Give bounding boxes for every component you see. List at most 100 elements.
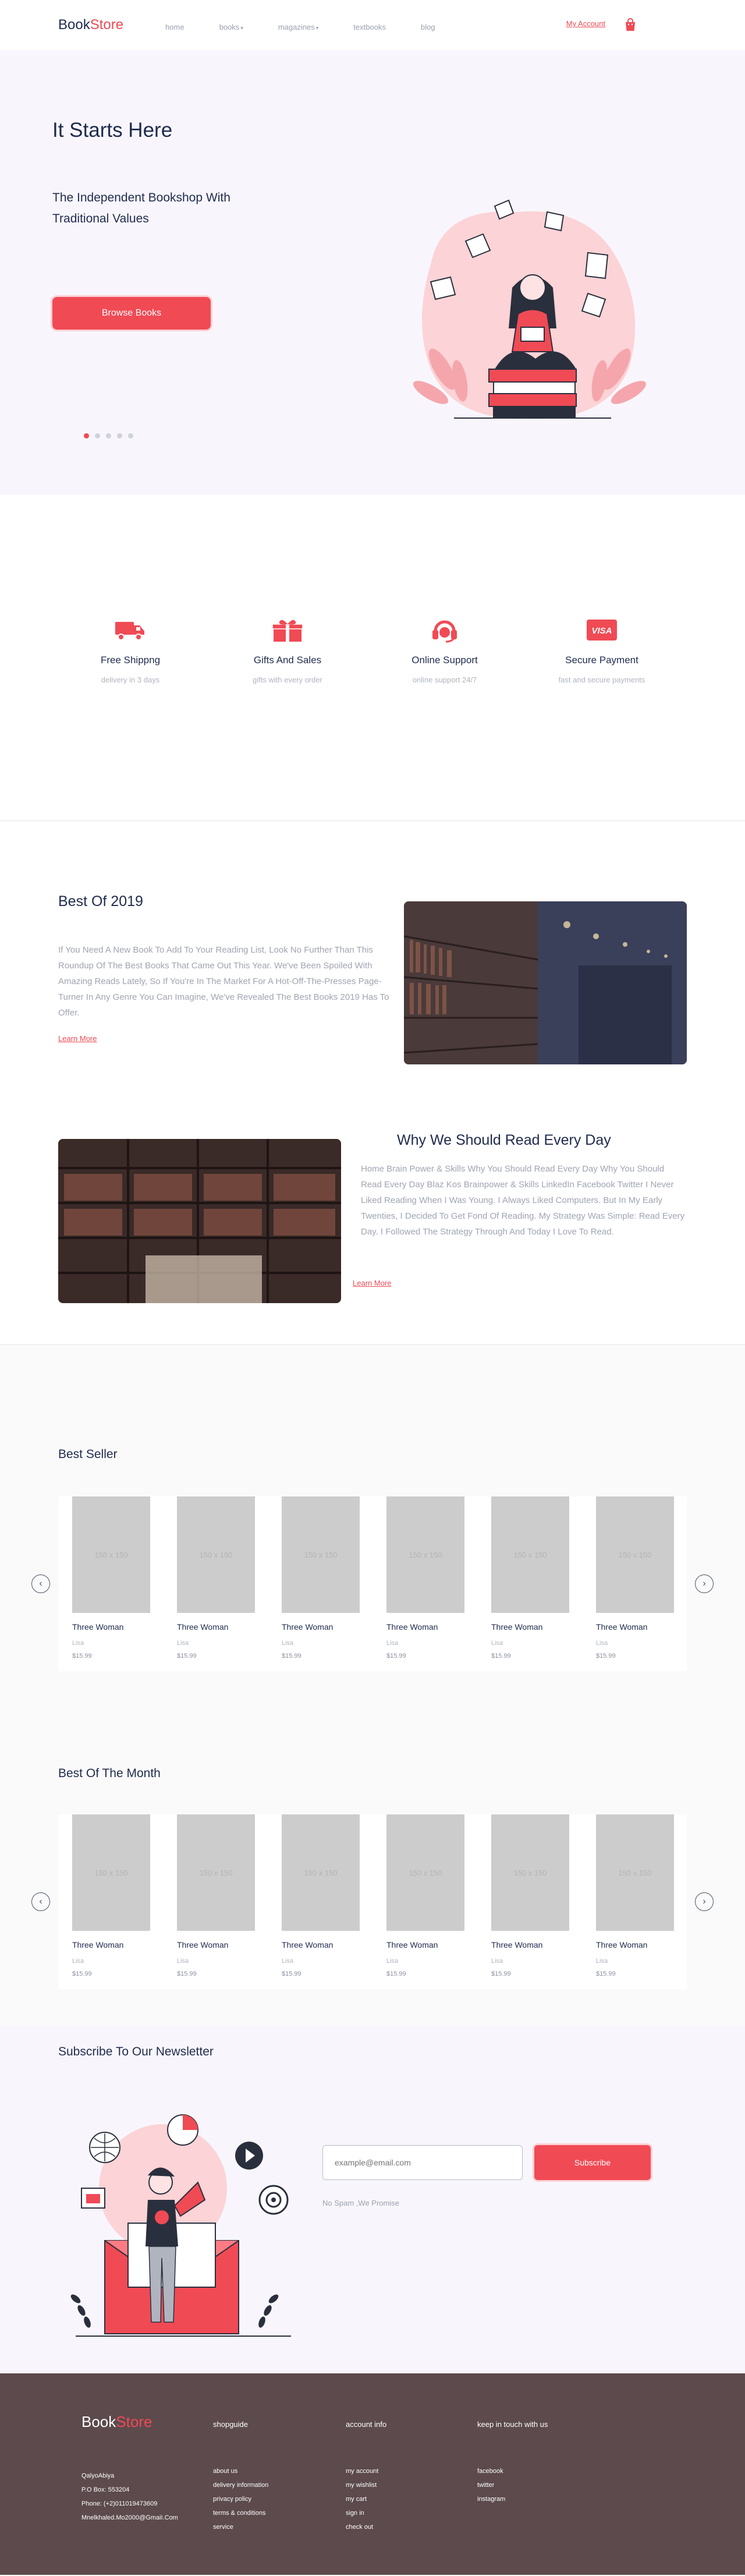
book-cover-placeholder[interactable]: 150 x 150 bbox=[596, 1496, 674, 1613]
newsletter-email-input[interactable] bbox=[322, 2145, 523, 2180]
book-card[interactable]: 150 x 150 Three Woman Lisa $15.99 bbox=[372, 1496, 477, 1659]
library-photo bbox=[404, 901, 687, 1064]
feature-subtitle: delivery in 3 days bbox=[101, 675, 160, 684]
carousel-prev-button[interactable]: ‹ bbox=[31, 1892, 50, 1911]
book-card[interactable]: 150 x 150 Three Woman Lisa $15.99 bbox=[163, 1814, 268, 1977]
book-title[interactable]: Three Woman bbox=[386, 1940, 477, 1949]
footer-link[interactable]: terms & conditions bbox=[213, 2506, 268, 2520]
book-author: Lisa bbox=[72, 1958, 84, 1965]
book-title[interactable]: Three Woman bbox=[72, 1622, 163, 1632]
book-author: Lisa bbox=[386, 1640, 399, 1647]
book-title[interactable]: Three Woman bbox=[72, 1940, 163, 1949]
feature-title: Free Shippng bbox=[100, 654, 161, 666]
footer-link[interactable]: instagram bbox=[477, 2492, 505, 2506]
book-card[interactable]: 150 x 150 Three Woman Lisa $15.99 bbox=[58, 1496, 163, 1659]
shopping-bag-icon[interactable] bbox=[624, 17, 637, 31]
chevron-down-icon: ▾ bbox=[315, 24, 319, 31]
main-nav: home books ▾ magazines ▾ textbooks blog bbox=[165, 23, 470, 31]
browse-books-button[interactable]: Browse Books bbox=[52, 297, 211, 330]
book-cover-placeholder[interactable]: 150 x 150 bbox=[177, 1496, 255, 1613]
footer-link[interactable]: about us bbox=[213, 2464, 268, 2478]
footer-logo[interactable]: BookStore bbox=[81, 2413, 152, 2431]
best-month-title: Best Of The Month bbox=[58, 1767, 161, 1780]
book-card[interactable]: 150 x 150 Three Woman Lisa $15.99 bbox=[58, 1814, 163, 1977]
book-title[interactable]: Three Woman bbox=[177, 1940, 268, 1949]
book-author: Lisa bbox=[386, 1958, 399, 1965]
book-card[interactable]: 150 x 150 Three Woman Lisa $15.99 bbox=[268, 1496, 372, 1659]
book-cover-placeholder[interactable]: 150 x 150 bbox=[386, 1814, 464, 1931]
book-title[interactable]: Three Woman bbox=[282, 1940, 372, 1949]
nav-textbooks-label: textbooks bbox=[353, 22, 386, 31]
slider-dot[interactable] bbox=[95, 433, 100, 438]
book-author: Lisa bbox=[596, 1958, 608, 1965]
book-title[interactable]: Three Woman bbox=[491, 1622, 582, 1632]
book-cover-placeholder[interactable]: 150 x 150 bbox=[596, 1814, 674, 1931]
book-card[interactable]: 150 x 150 Three Woman Lisa $15.99 bbox=[582, 1496, 687, 1659]
gift-icon bbox=[271, 617, 304, 643]
footer-link[interactable]: sign in bbox=[346, 2506, 378, 2520]
book-card[interactable]: 150 x 150 Three Woman Lisa $15.99 bbox=[582, 1814, 687, 1977]
nav-textbooks[interactable]: textbooks bbox=[353, 23, 386, 31]
book-cover-placeholder[interactable]: 150 x 150 bbox=[491, 1496, 569, 1613]
carousel-next-button[interactable]: › bbox=[695, 1892, 714, 1911]
book-card[interactable]: 150 x 150 Three Woman Lisa $15.99 bbox=[477, 1496, 582, 1659]
slider-dots bbox=[84, 433, 133, 438]
book-price: $15.99 bbox=[282, 1653, 301, 1659]
footer-link[interactable]: twitter bbox=[477, 2478, 505, 2492]
carousel-prev-button[interactable]: ‹ bbox=[31, 1574, 50, 1593]
footer-link[interactable]: facebook bbox=[477, 2464, 505, 2478]
carousel-next-button[interactable]: › bbox=[695, 1574, 714, 1593]
newsletter-section: Subscribe To Our Newsletter Subscribe No… bbox=[0, 2025, 745, 2373]
book-cover-placeholder[interactable]: 150 x 150 bbox=[72, 1814, 150, 1931]
book-title[interactable]: Three Woman bbox=[282, 1622, 372, 1632]
learn-more-link[interactable]: Learn More bbox=[58, 1034, 97, 1043]
footer-link[interactable]: privacy policy bbox=[213, 2492, 268, 2506]
slider-dot[interactable] bbox=[84, 433, 89, 438]
footer-col-links: facebook twitter instagram bbox=[477, 2464, 505, 2506]
subscribe-button[interactable]: Subscribe bbox=[534, 2145, 651, 2180]
footer-link[interactable]: my cart bbox=[346, 2492, 378, 2506]
feature-free-shipping: Free Shippng delivery in 3 days bbox=[72, 617, 189, 684]
book-author: Lisa bbox=[491, 1958, 503, 1965]
learn-more-link[interactable]: Learn More bbox=[353, 1279, 391, 1287]
book-card[interactable]: 150 x 150 Three Woman Lisa $15.99 bbox=[163, 1496, 268, 1659]
book-author: Lisa bbox=[282, 1640, 294, 1647]
slider-dot[interactable] bbox=[106, 433, 111, 438]
book-title[interactable]: Three Woman bbox=[177, 1622, 268, 1632]
nav-magazines[interactable]: magazines ▾ bbox=[278, 23, 318, 31]
slider-dot[interactable] bbox=[117, 433, 122, 438]
book-cover-placeholder[interactable]: 150 x 150 bbox=[491, 1814, 569, 1931]
best-seller-title: Best Seller bbox=[58, 1448, 118, 1461]
logo-accent: Store bbox=[116, 2413, 152, 2430]
footer-link[interactable]: my account bbox=[346, 2464, 378, 2478]
book-cover-placeholder[interactable]: 150 x 150 bbox=[386, 1496, 464, 1613]
book-title[interactable]: Three Woman bbox=[491, 1940, 582, 1949]
nav-blog-label: blog bbox=[420, 22, 435, 31]
nav-books[interactable]: books ▾ bbox=[219, 23, 243, 31]
book-cover-placeholder[interactable]: 150 x 150 bbox=[282, 1814, 360, 1931]
book-card[interactable]: 150 x 150 Three Woman Lisa $15.99 bbox=[372, 1814, 477, 1977]
footer-link[interactable]: service bbox=[213, 2520, 268, 2534]
feature-support: Online Support online support 24/7 bbox=[386, 617, 503, 684]
book-cover-placeholder[interactable]: 150 x 150 bbox=[72, 1496, 150, 1613]
hero-subtitle: The Independent Bookshop With Traditiona… bbox=[52, 191, 230, 225]
nav-blog[interactable]: blog bbox=[421, 23, 435, 31]
footer-link[interactable]: my wishlist bbox=[346, 2478, 378, 2492]
nav-home[interactable]: home bbox=[165, 23, 185, 31]
book-price: $15.99 bbox=[72, 1653, 92, 1659]
slider-dot[interactable] bbox=[128, 433, 133, 438]
book-card[interactable]: 150 x 150 Three Woman Lisa $15.99 bbox=[268, 1814, 372, 1977]
book-card[interactable]: 150 x 150 Three Woman Lisa $15.99 bbox=[477, 1814, 582, 1977]
site-logo[interactable]: BookStore bbox=[58, 17, 123, 33]
footer-link[interactable]: delivery information bbox=[213, 2478, 268, 2492]
book-cover-placeholder[interactable]: 150 x 150 bbox=[177, 1814, 255, 1931]
book-title[interactable]: Three Woman bbox=[596, 1940, 687, 1949]
footer-link[interactable]: check out bbox=[346, 2520, 378, 2534]
my-account-link[interactable]: My Account bbox=[566, 19, 605, 28]
bookshelf-photo bbox=[58, 1139, 341, 1303]
reading-girl-illustration bbox=[413, 199, 647, 419]
book-title[interactable]: Three Woman bbox=[596, 1622, 687, 1632]
book-title[interactable]: Three Woman bbox=[386, 1622, 477, 1632]
book-cover-placeholder[interactable]: 150 x 150 bbox=[282, 1496, 360, 1613]
site-footer: BookStore QalyoAbiya P.O Box: 553204 Pho… bbox=[0, 2373, 745, 2575]
